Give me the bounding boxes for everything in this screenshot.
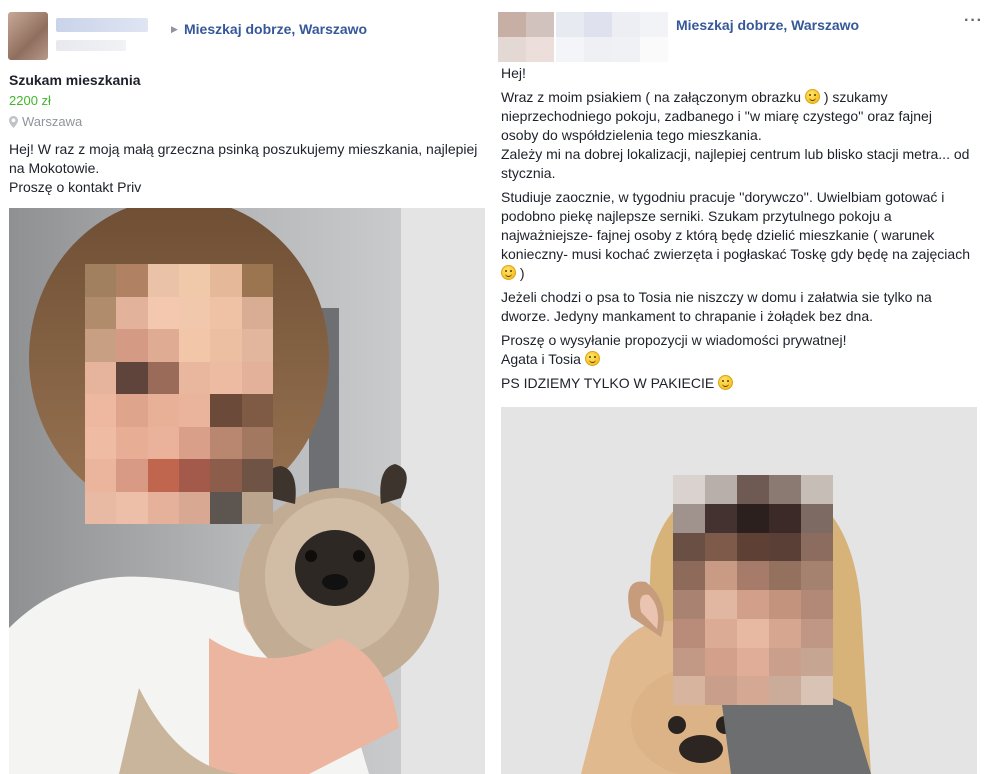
post-body: Hej! Wraz z moim psiakiem ( na załączony… bbox=[501, 64, 973, 393]
listing-location: Warszawa bbox=[9, 114, 82, 129]
post-body-text: Studiuje zaocznie, w tygodniu pracuje ''… bbox=[501, 189, 970, 262]
post-body-text: Agata i Tosia bbox=[501, 351, 585, 367]
post-body: Hej! W raz z moją małą grzeczna psinką p… bbox=[9, 140, 479, 197]
right-post: Mieszkaj dobrze, Warszawo ··· Hej! Wraz … bbox=[494, 0, 992, 774]
location-pin-icon bbox=[9, 115, 18, 128]
photo-woman-with-pug[interactable] bbox=[9, 208, 485, 774]
listing-price: 2200 zł bbox=[9, 93, 51, 108]
post-body-paragraph: Agata i Tosia bbox=[501, 350, 973, 369]
post-body-line: Jeżeli chodzi o psa to Tosia nie niszczy… bbox=[501, 289, 932, 324]
post-body-paragraph: Studiuje zaocznie, w tygodniu pracuje ''… bbox=[501, 188, 973, 283]
post-time-blurred[interactable] bbox=[56, 40, 126, 51]
post-body-paragraph: PS IDZIEMY TYLKO W PAKIECIE bbox=[501, 374, 973, 393]
photo-woman-with-french-bulldog[interactable] bbox=[501, 407, 977, 774]
post-body-text: PS IDZIEMY TYLKO W PAKIECIE bbox=[501, 375, 719, 391]
smiley-emoji-icon bbox=[718, 375, 734, 390]
post-body-line: Hej! bbox=[501, 65, 526, 81]
face-pixelation bbox=[85, 264, 273, 524]
more-options-icon[interactable]: ··· bbox=[964, 12, 983, 30]
location-label: Warszawa bbox=[22, 114, 83, 129]
listing-title: Szukam mieszkania bbox=[9, 72, 141, 88]
post-body-line: Proszę o wysyłanie propozycji w wiadomoś… bbox=[501, 332, 847, 348]
smiley-emoji-icon bbox=[584, 351, 600, 366]
post-body-text: ) bbox=[516, 265, 525, 281]
post-body-text: Wraz z moim psiakiem ( na załączonym obr… bbox=[501, 89, 805, 105]
author-name-blurred[interactable] bbox=[556, 12, 668, 62]
post-body-line: Hej! W raz z moją małą grzeczna psinką p… bbox=[9, 141, 478, 176]
author-avatar[interactable] bbox=[498, 12, 554, 62]
smiley-emoji-icon bbox=[501, 265, 516, 280]
author-name-blurred[interactable] bbox=[56, 18, 148, 32]
group-link[interactable]: Mieszkaj dobrze, Warszawo bbox=[676, 17, 859, 33]
group-link[interactable]: Mieszkaj dobrze, Warszawo bbox=[184, 21, 367, 37]
smiley-emoji-icon bbox=[804, 89, 820, 104]
left-post: ▶ Mieszkaj dobrze, Warszawo Szukam miesz… bbox=[0, 0, 486, 774]
face-pixelation bbox=[673, 475, 833, 705]
post-body-paragraph: Wraz z moim psiakiem ( na załączonym obr… bbox=[501, 88, 973, 145]
share-arrow-icon: ▶ bbox=[171, 24, 178, 34]
post-body-line: Proszę o kontakt Priv bbox=[9, 179, 142, 195]
author-avatar[interactable] bbox=[8, 12, 48, 60]
post-body-line: Zależy mi na dobrej lokalizacji, najlepi… bbox=[501, 146, 970, 181]
